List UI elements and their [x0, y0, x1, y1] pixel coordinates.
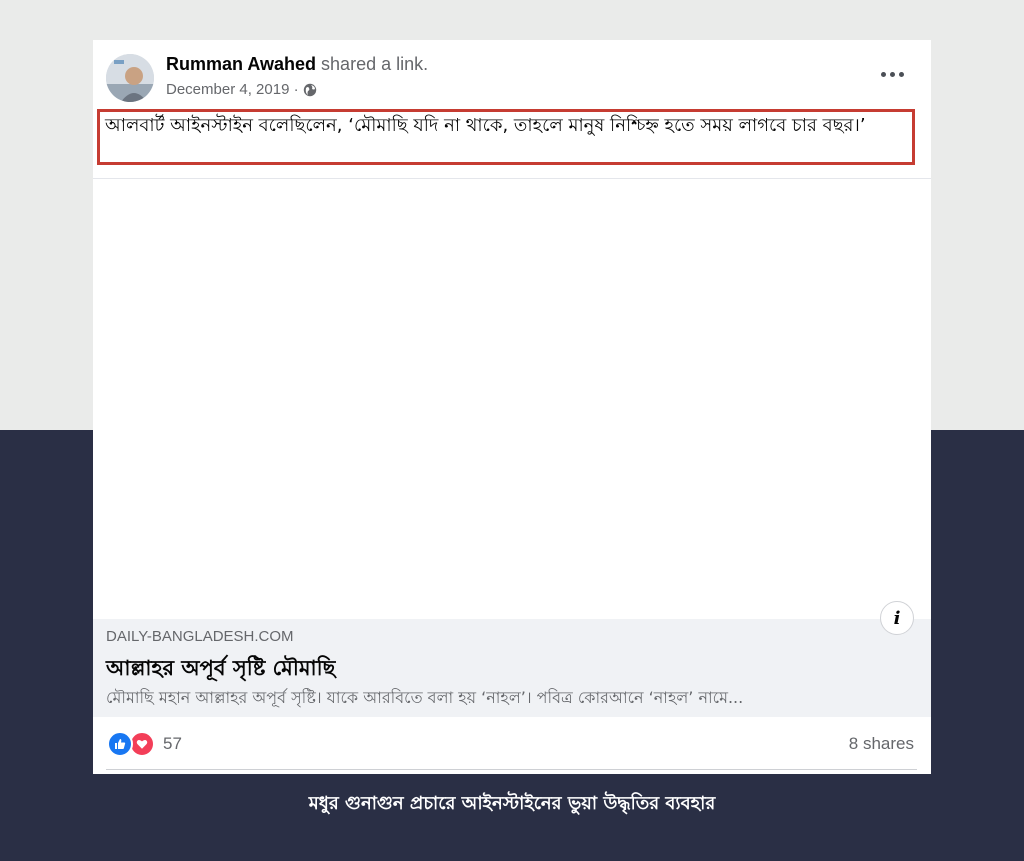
shared-link-text: shared a link. — [321, 54, 429, 74]
author-name[interactable]: Rumman Awahed — [166, 54, 316, 74]
author-line: Rumman Awahed shared a link. — [166, 54, 428, 75]
divider — [106, 769, 917, 770]
image-caption: মধুর গুনাগুন প্রচারে আইনস্টাইনের ভুয়া উ… — [308, 793, 716, 814]
reactions-summary[interactable]: 57 — [107, 731, 182, 757]
more-options-button[interactable] — [877, 64, 907, 84]
post-meta: December 4, 2019 · — [166, 81, 317, 98]
like-icon — [107, 731, 133, 757]
info-icon[interactable]: i — [880, 601, 914, 635]
link-description: মৌমাছি মহান আল্লাহর অপূর্ব সৃষ্টি। যাকে … — [106, 688, 744, 707]
shares-count[interactable]: 8 shares — [849, 734, 914, 754]
more-icon — [880, 71, 886, 77]
globe-icon — [303, 83, 317, 97]
avatar[interactable] — [106, 54, 154, 102]
link-preview[interactable]: DAILY-BANGLADESH.COM আল্লাহর অপূর্ব সৃষ্… — [93, 619, 931, 717]
post-date[interactable]: December 4, 2019 · — [166, 81, 299, 98]
link-domain: DAILY-BANGLADESH.COM — [106, 628, 294, 645]
facebook-post-card: Rumman Awahed shared a link. December 4,… — [93, 40, 931, 774]
link-title: আল্লাহর অপূর্ব সৃষ্টি মৌমাছি — [106, 656, 336, 680]
post-text: আলবার্ট আইনস্টাইন বলেছিলেন, ‘মৌমাছি যদি … — [105, 115, 866, 136]
link-preview-image[interactable] — [93, 179, 931, 619]
reaction-count: 57 — [163, 734, 182, 753]
